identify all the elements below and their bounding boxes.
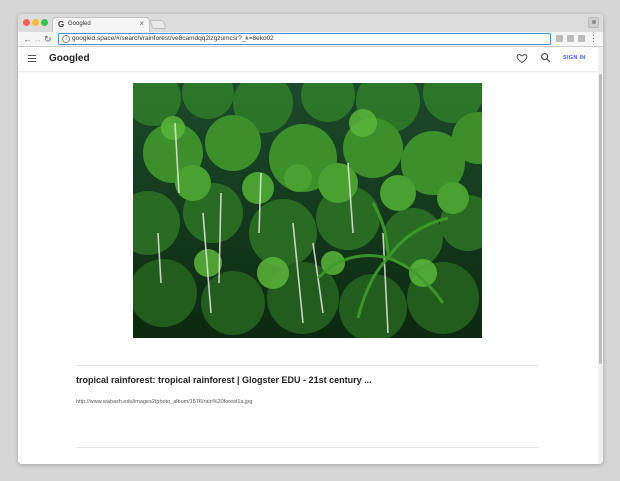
result-image-url[interactable]: http://www.wabash.edu/images2/photo_albu… [76,399,252,405]
tab-title: Googled [68,21,91,27]
browser-tab[interactable]: G Googled × [52,17,150,32]
title-bar: G Googled × [18,14,603,32]
result-image[interactable] [133,83,482,338]
result-title[interactable]: tropical rainforest: tropical rainforest… [76,375,372,385]
extension-icon[interactable] [556,35,563,42]
sign-in-button[interactable]: SIGN IN [563,55,586,61]
browser-toolbar: ← → ↻ i googled.space/#/search/rainfores… [18,32,603,47]
reload-icon[interactable]: ↻ [44,33,52,45]
tab-close-icon[interactable]: × [139,19,144,28]
app-bar: Googled SIGN IN [18,47,598,71]
heart-icon[interactable] [516,52,528,64]
browser-window: G Googled × ← → ↻ i googled.space/#/sear… [18,14,603,464]
browser-menu-icon[interactable]: ⋮ [589,33,598,44]
menu-icon[interactable] [28,55,36,62]
page-content: Googled SIGN IN tropical rainforest: tro… [18,47,603,464]
back-arrow-icon[interactable]: ← [23,33,32,45]
scrollbar[interactable] [598,47,603,464]
tab-favicon-icon: G [58,20,65,29]
extension-icon[interactable] [578,35,585,42]
maximize-window-button[interactable] [41,19,48,26]
url-text[interactable]: googled.space/#/search/rainforest/ve8cam… [72,35,274,42]
search-icon[interactable] [540,52,551,63]
new-tab-button[interactable] [149,20,167,29]
minimize-window-button[interactable] [32,19,39,26]
close-window-button[interactable] [23,19,30,26]
forward-arrow-icon[interactable]: → [33,33,42,45]
profile-icon[interactable] [588,17,599,28]
site-info-icon[interactable]: i [62,35,70,43]
address-bar[interactable]: i googled.space/#/search/rainforest/ve8c… [58,33,551,45]
divider [76,447,539,448]
extension-icon[interactable] [567,35,574,42]
divider [76,365,539,366]
brand-logo[interactable]: Googled [49,53,90,64]
scrollbar-thumb[interactable] [599,74,602,364]
